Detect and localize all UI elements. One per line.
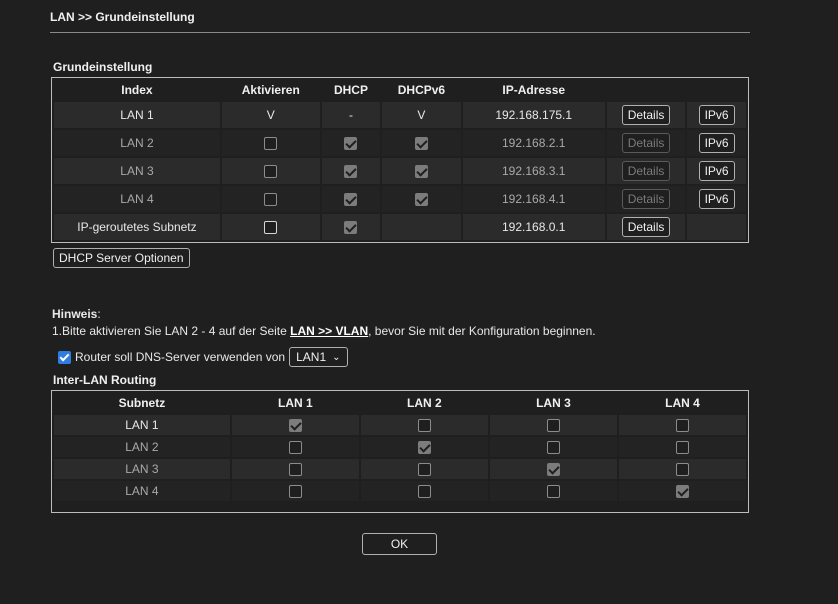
dhcpv6-checkbox-lan2 <box>414 137 428 151</box>
hinweis-text-prefix: 1.Bitte aktivieren Sie LAN 2 - 4 auf der… <box>52 324 291 338</box>
inter-lan-routing-title: Inter-LAN Routing <box>53 373 157 387</box>
routing-checkbox <box>675 463 689 477</box>
routing-checkbox <box>417 441 431 455</box>
row-dhcpv6-empty <box>382 214 461 240</box>
table-row-lan4: LAN 4 192.168.4.1 Details IPv6 <box>54 186 746 212</box>
col-details <box>607 80 685 100</box>
routing-checkbox <box>288 441 302 455</box>
col-aktivieren: Aktivieren <box>241 83 300 97</box>
routing-checkbox <box>546 441 560 455</box>
details-button-lan2: Details <box>621 133 671 153</box>
aktivieren-checkbox-subnet[interactable] <box>264 221 278 235</box>
routing-checkbox <box>288 463 302 477</box>
dhcpv6-checkbox-lan4 <box>414 193 428 207</box>
row-ip: 192.168.0.1 <box>462 214 605 240</box>
routing-checkbox <box>546 419 560 433</box>
routing-checkbox <box>546 463 560 477</box>
row-ip: 192.168.4.1 <box>462 186 605 212</box>
row-label: LAN 2 <box>54 437 230 457</box>
hinweis-text-suffix: , bevor Sie mit der Konfiguration beginn… <box>368 324 596 338</box>
col-ip-adresse: IP-Adresse <box>502 83 566 97</box>
table-row-routed-subnet: IP-geroutetes Subnetz 192.168.0.1 Detail… <box>54 214 746 240</box>
table-row: LAN 1 <box>54 415 746 435</box>
row-ipv6-empty <box>687 214 746 240</box>
routing-checkbox <box>675 441 689 455</box>
col-index: Index <box>121 83 153 97</box>
col-ipv6 <box>687 80 746 100</box>
aktivieren-checkbox-lan2 <box>264 137 278 151</box>
ipv6-button-lan4[interactable]: IPv6 <box>698 189 735 209</box>
col-subnetz: Subnetz <box>118 396 166 410</box>
dns-server-checkbox[interactable] <box>58 350 71 364</box>
row-index: LAN 1 <box>54 102 220 128</box>
details-button-lan3: Details <box>621 161 671 181</box>
row-index: LAN 4 <box>54 186 220 212</box>
chevron-down-icon: ⌄ <box>332 351 341 363</box>
dns-server-row: Router soll DNS-Server verwenden von LAN… <box>58 347 348 367</box>
row-aktivieren: V <box>221 102 320 128</box>
hinweis-label: Hinweis: <box>52 307 101 321</box>
details-button-subnet[interactable]: Details <box>621 217 671 237</box>
table-header-row: Subnetz LAN 1 LAN 2 LAN 3 LAN 4 <box>54 393 746 413</box>
row-dhcpv6: V <box>382 102 461 128</box>
col-lan1: LAN 1 <box>277 396 313 410</box>
routing-checkbox <box>546 485 560 499</box>
dns-server-label: Router soll DNS-Server verwenden von <box>75 350 286 364</box>
routing-checkbox <box>288 419 302 433</box>
lan-vlan-link[interactable]: LAN >> VLAN <box>290 324 368 338</box>
dhcp-checkbox-lan3 <box>344 165 358 179</box>
row-ip: 192.168.3.1 <box>462 158 605 184</box>
col-lan4: LAN 4 <box>665 396 700 410</box>
table-row-lan2: LAN 2 192.168.2.1 Details IPv6 <box>54 130 746 156</box>
row-label: LAN 3 <box>54 459 230 479</box>
details-button-lan4: Details <box>621 189 671 209</box>
dns-lan-select[interactable]: LAN1 ⌄ <box>289 347 348 367</box>
row-ip: 192.168.175.1 <box>462 102 605 128</box>
row-index: LAN 2 <box>54 130 220 156</box>
title-divider <box>50 32 750 33</box>
routing-checkbox <box>417 485 431 499</box>
ipv6-button-lan1[interactable]: IPv6 <box>698 105 735 125</box>
table-row: LAN 4 <box>54 481 746 501</box>
dhcpv6-checkbox-lan3 <box>414 165 428 179</box>
routing-checkbox <box>675 419 689 433</box>
ipv6-button-lan3[interactable]: IPv6 <box>698 161 735 181</box>
table-row-lan3: LAN 3 192.168.3.1 Details IPv6 <box>54 158 746 184</box>
details-button-lan1[interactable]: Details <box>621 105 671 125</box>
col-lan3: LAN 3 <box>536 396 571 410</box>
grundeinstellung-title: Grundeinstellung <box>53 60 153 74</box>
table-row-lan1: LAN 1 V - V 192.168.175.1 Details IPv6 <box>54 102 746 128</box>
page-title: LAN >> Grundeinstellung <box>50 10 195 24</box>
dhcp-checkbox-lan4 <box>344 193 358 207</box>
dhcp-server-options-button[interactable]: DHCP Server Optionen <box>53 248 190 268</box>
row-index: IP-geroutetes Subnetz <box>54 214 220 240</box>
table-row: LAN 3 <box>54 459 746 479</box>
inter-lan-routing-table: Subnetz LAN 1 LAN 2 LAN 3 LAN 4 LAN 1 LA… <box>51 390 749 513</box>
aktivieren-checkbox-lan4 <box>264 193 278 207</box>
grundeinstellung-table: Index Aktivieren DHCP DHCPv6 IP-Adresse … <box>51 77 749 243</box>
aktivieren-checkbox-lan3 <box>264 165 278 179</box>
routing-checkbox <box>417 419 431 433</box>
col-lan2: LAN 2 <box>407 396 442 410</box>
routing-checkbox <box>675 485 689 499</box>
hinweis-text: 1.Bitte aktivieren Sie LAN 2 - 4 auf der… <box>52 324 596 338</box>
ok-button[interactable]: OK <box>362 533 437 555</box>
table-row: LAN 2 <box>54 437 746 457</box>
dhcp-checkbox-lan2 <box>344 137 358 151</box>
col-dhcpv6: DHCPv6 <box>397 83 446 97</box>
col-dhcp: DHCP <box>333 83 368 97</box>
row-label: LAN 1 <box>54 415 230 435</box>
dhcp-checkbox-subnet <box>344 221 358 235</box>
row-ip: 192.168.2.1 <box>462 130 605 156</box>
row-dhcp: - <box>321 102 381 128</box>
routing-checkbox <box>417 463 431 477</box>
row-label: LAN 4 <box>54 481 230 501</box>
row-index: LAN 3 <box>54 158 220 184</box>
routing-checkbox <box>288 485 302 499</box>
table-header-row: Index Aktivieren DHCP DHCPv6 IP-Adresse <box>54 80 746 100</box>
dns-lan-select-value: LAN1 <box>296 350 327 364</box>
ipv6-button-lan2[interactable]: IPv6 <box>698 133 735 153</box>
